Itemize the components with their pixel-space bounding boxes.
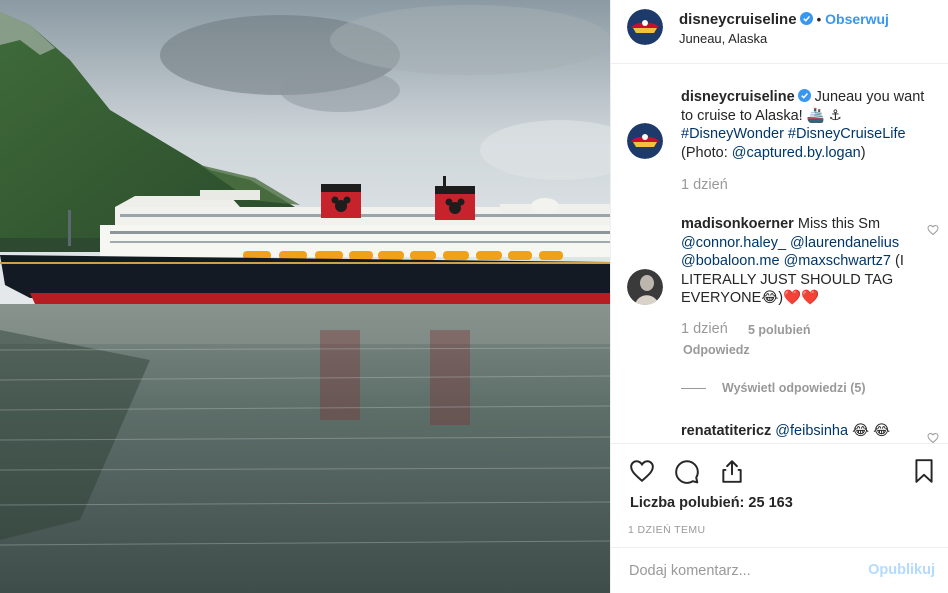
verified-badge-icon xyxy=(797,89,811,102)
post-header: disneycruiseline • Obserwuj Juneau, Alaska xyxy=(611,0,948,64)
small-heart-icon[interactable] xyxy=(927,224,939,236)
bookmark-icon[interactable] xyxy=(911,458,937,484)
publish-button[interactable]: Opublikuj xyxy=(868,562,935,578)
add-comment-bar: Opublikuj xyxy=(611,547,948,593)
likes-count[interactable]: Liczba polubień: 25 163 xyxy=(630,495,793,511)
separator-dot: • xyxy=(816,12,822,27)
location-link[interactable]: Juneau, Alaska xyxy=(679,31,767,46)
post-photo[interactable] xyxy=(0,0,610,593)
caption-photo-prefix: (Photo: xyxy=(681,144,732,161)
caption-hashtags[interactable]: #DisneyWonder #DisneyCruiseLife xyxy=(681,126,906,142)
post-timestamp[interactable]: 1 DZIEŃ TEMU xyxy=(628,524,706,536)
comments-list[interactable]: disneycruiseline Juneau you want to crui… xyxy=(611,65,948,443)
caption-avatar[interactable] xyxy=(627,123,663,159)
replies-divider xyxy=(681,388,706,389)
view-replies-button[interactable]: Wyświetl odpowiedzi (5) xyxy=(722,381,866,395)
comment-text: Miss this Sm xyxy=(797,216,881,232)
comment-mention[interactable]: @feibsinha xyxy=(775,423,848,439)
comment-mentions[interactable]: @connor.haley_ @laurendanelius xyxy=(681,235,899,251)
comment-username[interactable]: madisonkoerner xyxy=(681,216,794,232)
header-username[interactable]: disneycruiseline xyxy=(679,11,797,28)
post-side-panel: disneycruiseline • Obserwuj Juneau, Alaska… xyxy=(610,0,948,593)
heart-icon[interactable] xyxy=(629,458,655,484)
comment: renatatitericz @feibsinha 😂 😂 xyxy=(681,422,931,441)
comment-mentions[interactable]: @bobaloon.me @maxschwartz7 xyxy=(681,253,891,269)
comment-username[interactable]: renatatitericz xyxy=(681,423,771,439)
caption: disneycruiseline Juneau you want to crui… xyxy=(681,88,931,162)
comment-icon[interactable] xyxy=(674,458,700,484)
caption-username[interactable]: disneycruiseline xyxy=(681,89,795,105)
cruise-ship-photo xyxy=(0,0,610,593)
caption-age[interactable]: 1 dzień xyxy=(681,177,728,193)
commenter-avatar[interactable] xyxy=(627,269,663,305)
caption-photo-credit[interactable]: @captured.by.logan xyxy=(732,145,861,161)
header-username-row: disneycruiseline • Obserwuj xyxy=(679,11,889,28)
comment: madisonkoerner Miss this Sm @connor.hale… xyxy=(681,215,931,308)
comment-age[interactable]: 1 dzień xyxy=(681,321,728,337)
comment-text-suffix: 😂 😂 xyxy=(852,423,891,439)
reply-button[interactable]: Odpowiedz xyxy=(683,343,750,357)
share-icon[interactable] xyxy=(719,458,745,484)
avatar[interactable] xyxy=(627,9,663,45)
post-actions: Liczba polubień: 25 163 1 DZIEŃ TEMU xyxy=(611,443,948,547)
comment-input[interactable] xyxy=(629,548,859,593)
verified-badge-icon xyxy=(799,12,813,25)
small-heart-icon[interactable] xyxy=(927,432,939,443)
comment-likes[interactable]: 5 polubień xyxy=(748,323,811,337)
follow-button[interactable]: Obserwuj xyxy=(825,11,889,27)
caption-photo-suffix: ) xyxy=(860,144,866,161)
